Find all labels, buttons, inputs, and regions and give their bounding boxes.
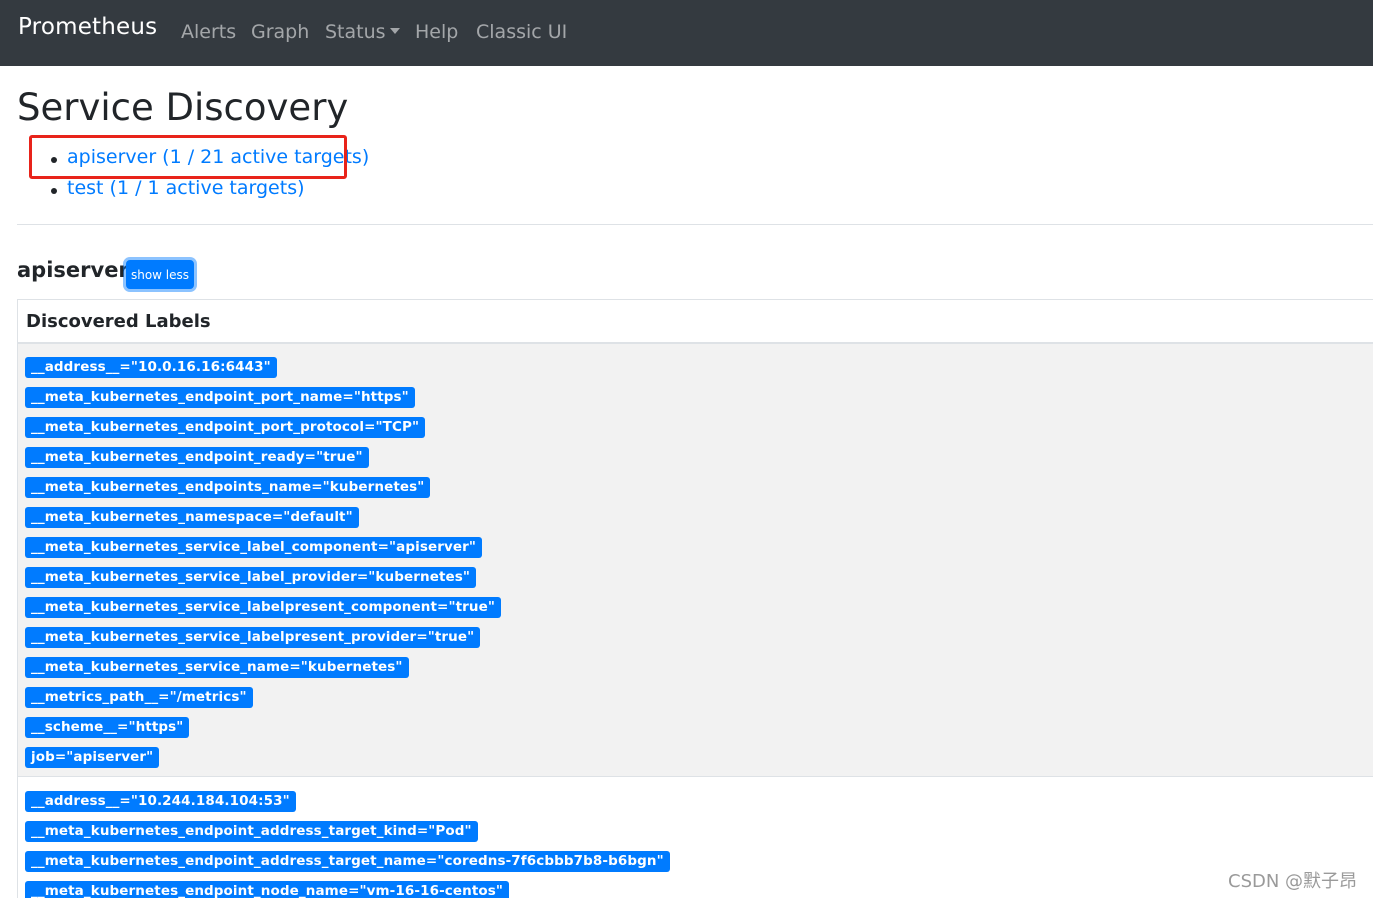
label-badge: __meta_kubernetes_endpoint_node_name="vm… [25, 881, 510, 898]
table-header-discovered-labels: Discovered Labels [26, 311, 211, 332]
label-badge: __meta_kubernetes_endpoint_port_protocol… [25, 417, 426, 438]
nav-status-label: Status [325, 21, 386, 43]
label-badge: __meta_kubernetes_service_labelpresent_p… [25, 627, 481, 648]
label-badge: __meta_kubernetes_service_labelpresent_c… [25, 597, 501, 618]
red-highlight-annotation [29, 135, 347, 179]
nav-classic-ui[interactable]: Classic UI [476, 21, 567, 43]
nav-graph[interactable]: Graph [251, 21, 309, 43]
table-row: __address__="10.0.16.16:6443" __meta_kube… [18, 344, 1373, 777]
bullet-icon [51, 188, 57, 194]
label-badge: __meta_kubernetes_service_name="kubernet… [25, 657, 409, 678]
label-badge: __metrics_path__="/metrics" [25, 687, 253, 708]
nav-alerts[interactable]: Alerts [181, 21, 236, 43]
top-navbar: Prometheus Alerts Graph Status Help Clas… [0, 0, 1373, 66]
nav-help[interactable]: Help [415, 21, 458, 43]
label-badge: __meta_kubernetes_service_label_componen… [25, 537, 483, 558]
label-badge: __meta_kubernetes_namespace="default" [25, 507, 359, 528]
caret-down-icon [389, 28, 400, 34]
label-badge: job="apiserver" [25, 747, 160, 768]
nav-status-dropdown[interactable]: Status [325, 21, 400, 43]
table-header: Discovered Labels [18, 300, 1373, 344]
label-badge: __meta_kubernetes_endpoints_name="kubern… [25, 477, 431, 498]
watermark: CSDN @默子昂 [1228, 871, 1358, 892]
discovered-labels-table: Discovered Labels __address__="10.0.16.1… [17, 299, 1373, 898]
pool-link-test[interactable]: test (1 / 1 active targets) [67, 177, 305, 199]
label-badge: __address__="10.244.184.104:53" [25, 791, 296, 812]
page-title: Service Discovery [17, 86, 349, 129]
section-title: apiserver [17, 258, 129, 282]
label-badge: __meta_kubernetes_endpoint_address_targe… [25, 821, 478, 842]
table-row: __address__="10.244.184.104:53" __meta_ku… [18, 777, 1373, 898]
label-badge-list: __address__="10.244.184.104:53" __meta_ku… [25, 791, 670, 898]
label-badge: __meta_kubernetes_endpoint_port_name="ht… [25, 387, 415, 408]
label-badge: __meta_kubernetes_endpoint_ready="true" [25, 447, 369, 468]
label-badge-list: __address__="10.0.16.16:6443" __meta_kube… [25, 357, 501, 777]
label-badge: __meta_kubernetes_endpoint_address_targe… [25, 851, 670, 872]
brand-link[interactable]: Prometheus [18, 14, 157, 40]
label-badge: __scheme__="https" [25, 717, 190, 738]
label-badge: __meta_kubernetes_service_label_provider… [25, 567, 477, 588]
label-badge: __address__="10.0.16.16:6443" [25, 357, 277, 378]
section-divider [17, 224, 1373, 225]
show-less-button[interactable]: show less [126, 260, 194, 289]
